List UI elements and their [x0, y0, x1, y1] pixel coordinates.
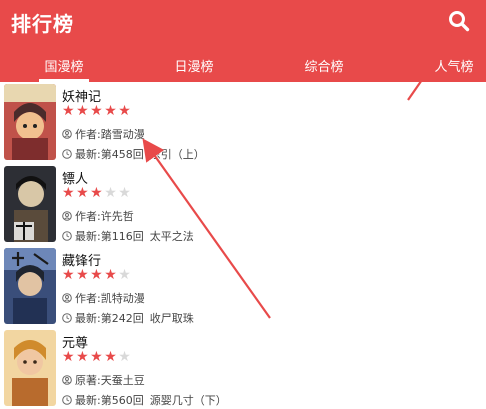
clock-icon	[62, 231, 72, 241]
latest-label: 最新:	[75, 312, 101, 325]
latest-chapter: 第560回	[100, 394, 144, 407]
rating-stars: ★★★★★	[62, 349, 133, 365]
latest-line: 最新: 第560回 源婴几寸（下）	[62, 392, 227, 408]
latest-chapter: 第458回	[100, 148, 144, 161]
ranking-screen: 排行榜 国漫榜 日漫榜 综合榜 人气榜 妖神记 ★★★★★ 作者: 踏雪动漫 最…	[0, 0, 486, 409]
user-icon	[62, 293, 72, 303]
latest-chapter-title: 太平之法	[149, 230, 194, 243]
page-title: 排行榜	[11, 12, 74, 36]
tab-guoman[interactable]: 国漫榜	[44, 56, 83, 75]
author-line: 作者: 踏雪动漫	[62, 126, 145, 142]
list-item[interactable]: 妖神记 ★★★★★ 作者: 踏雪动漫 最新: 第458回 东引（上）	[0, 82, 486, 164]
author-label: 作者:	[75, 292, 101, 305]
user-icon	[62, 375, 72, 385]
tab-renqi[interactable]: 人气榜	[434, 56, 473, 75]
author-line: 原著: 天蚕土豆	[62, 372, 145, 388]
clock-icon	[62, 395, 72, 405]
author-name: 凯特动漫	[100, 292, 145, 305]
header-bar: 排行榜 国漫榜 日漫榜 综合榜 人气榜	[0, 0, 486, 82]
cover-image[interactable]	[4, 330, 56, 406]
author-label: 作者:	[75, 128, 101, 141]
latest-line: 最新: 第458回 东引（上）	[62, 146, 205, 162]
search-button[interactable]	[446, 8, 472, 34]
ranking-list: 妖神记 ★★★★★ 作者: 踏雪动漫 最新: 第458回 东引（上） 镖人 ★★…	[0, 82, 486, 409]
author-line: 作者: 凯特动漫	[62, 290, 145, 306]
latest-label: 最新:	[75, 148, 101, 161]
latest-chapter-title: 东引（上）	[149, 148, 205, 161]
rating-stars: ★★★★★	[62, 185, 133, 201]
ranking-tabs: 国漫榜 日漫榜 综合榜 人气榜	[0, 46, 486, 82]
author-label: 原著:	[75, 374, 101, 387]
cover-image[interactable]	[4, 248, 56, 324]
latest-label: 最新:	[75, 230, 101, 243]
author-label: 作者:	[75, 210, 101, 223]
latest-line: 最新: 第116回 太平之法	[62, 228, 194, 244]
tab-riman[interactable]: 日漫榜	[174, 56, 213, 75]
latest-chapter: 第116回	[100, 230, 144, 243]
clock-icon	[62, 149, 72, 159]
list-item[interactable]: 藏锋行 ★★★★★ 作者: 凯特动漫 最新: 第242回 收尸取珠	[0, 246, 486, 328]
latest-line: 最新: 第242回 收尸取珠	[62, 310, 194, 326]
tab-zonghe[interactable]: 综合榜	[304, 56, 343, 75]
search-icon	[449, 11, 470, 32]
clock-icon	[62, 313, 72, 323]
list-item[interactable]: 镖人 ★★★★★ 作者: 许先哲 最新: 第116回 太平之法	[0, 164, 486, 246]
user-icon	[62, 129, 72, 139]
author-line: 作者: 许先哲	[62, 208, 134, 224]
rating-stars: ★★★★★	[62, 103, 133, 119]
author-name: 许先哲	[100, 210, 134, 223]
cover-image[interactable]	[4, 166, 56, 242]
latest-chapter-title: 收尸取珠	[149, 312, 194, 325]
latest-chapter-title: 源婴几寸（下）	[149, 394, 227, 407]
user-icon	[62, 211, 72, 221]
author-name: 踏雪动漫	[100, 128, 145, 141]
author-name: 天蚕土豆	[100, 374, 145, 387]
cover-image[interactable]	[4, 84, 56, 160]
latest-chapter: 第242回	[100, 312, 144, 325]
latest-label: 最新:	[75, 394, 101, 407]
rating-stars: ★★★★★	[62, 267, 133, 283]
list-item[interactable]: 元尊 ★★★★★ 原著: 天蚕土豆 最新: 第560回 源婴几寸（下）	[0, 328, 486, 409]
